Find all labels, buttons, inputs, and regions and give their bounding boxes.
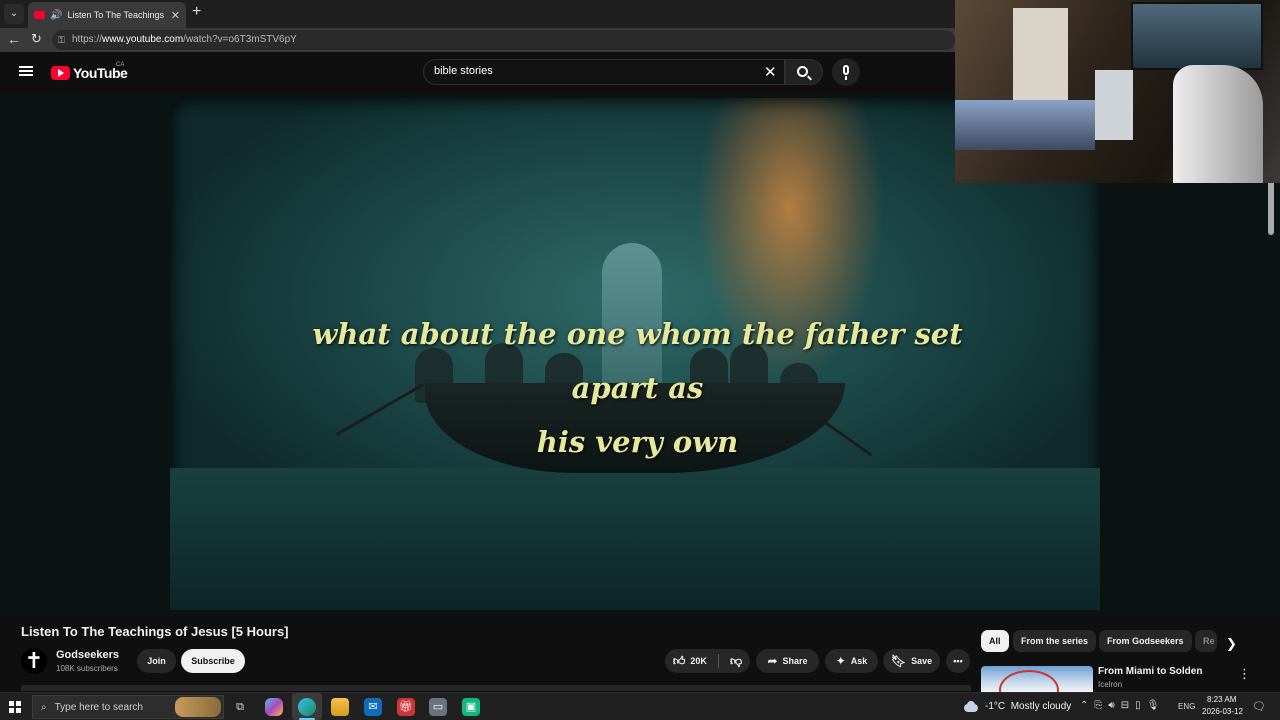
- url-prefix: https://: [72, 34, 103, 45]
- taskbar-search-box[interactable]: ⌕ Type here to search: [32, 695, 224, 719]
- webcam-overlay: [955, 0, 1280, 183]
- menu-icon[interactable]: [19, 66, 33, 76]
- back-arrow-icon[interactable]: ←: [7, 31, 21, 47]
- channel-avatar[interactable]: ✝: [21, 648, 47, 674]
- thumbnail-graphic: [999, 670, 1059, 692]
- dislike-button[interactable]: 👎︎: [730, 654, 742, 669]
- file-explorer-icon[interactable]: [331, 698, 349, 716]
- tab-title: Listen To The Teachings of Jesus [5 Hour…: [67, 10, 165, 20]
- search-input[interactable]: [434, 65, 734, 77]
- notification-icon[interactable]: 🗨︎: [1252, 700, 1266, 713]
- app-icon[interactable]: ▭: [429, 698, 447, 716]
- new-tab-button[interactable]: +: [192, 3, 201, 21]
- caption-line-2: his very own: [536, 425, 739, 459]
- sparkle-icon: ✦: [835, 654, 846, 668]
- webcam-chair: [1173, 65, 1263, 183]
- page-scrollbar[interactable]: [1268, 180, 1274, 235]
- ask-button[interactable]: ✦ Ask: [825, 649, 878, 673]
- search-icon: [797, 66, 808, 77]
- share-label: Share: [782, 656, 808, 666]
- clock-time[interactable]: 8:23 AM: [1207, 695, 1236, 704]
- url-path: /watch?v=o6T3mSTV6pY: [183, 34, 297, 45]
- gift-app-icon[interactable]: 🎁︎: [397, 698, 415, 716]
- address-bar[interactable]: ⚿ https://www.youtube.com/watch?v=o6T3mST…: [52, 30, 955, 50]
- share-button[interactable]: ➦ Share: [756, 649, 819, 673]
- bookmark-icon: 🔖︎: [890, 654, 907, 668]
- subscriber-count: 108K subscribers: [56, 664, 118, 673]
- video-title: Listen To The Teachings of Jesus [5 Hour…: [21, 624, 289, 639]
- chip-related[interactable]: Re: [1195, 630, 1217, 652]
- divider: [717, 654, 719, 668]
- close-tab-icon[interactable]: ✕: [171, 9, 180, 22]
- language-indicator[interactable]: ENG: [1178, 702, 1195, 711]
- save-button[interactable]: 🔖︎ Save: [883, 649, 940, 673]
- outlook-icon[interactable]: ✉: [364, 698, 382, 716]
- share-icon: ➦: [767, 654, 778, 668]
- chip-from-godseekers[interactable]: From Godseekers: [1099, 630, 1192, 652]
- phone-link-icon[interactable]: ▯: [1135, 700, 1141, 711]
- weather-cloud-icon[interactable]: [962, 699, 978, 713]
- clock-date[interactable]: 2026-03-12: [1202, 707, 1243, 716]
- weather-temp: -1°C: [985, 701, 1006, 712]
- subscribe-button[interactable]: Subscribe: [181, 649, 245, 673]
- url-domain: www.youtube.com: [102, 34, 184, 45]
- weather-widget[interactable]: -1°C Mostly cloudy: [985, 701, 1071, 712]
- country-code: CA: [116, 62, 125, 68]
- network-icon[interactable]: ⊟: [1121, 700, 1129, 711]
- chevron-right-icon[interactable]: ❯: [1226, 636, 1237, 652]
- chip-all[interactable]: All: [981, 630, 1009, 652]
- recommendation-channel: Icelron: [1098, 680, 1123, 689]
- voice-search-button[interactable]: [832, 58, 860, 86]
- chevron-up-icon[interactable]: ⌃: [1080, 700, 1088, 711]
- like-button[interactable]: 👍︎ 20K: [673, 654, 707, 669]
- description-box-edge[interactable]: [21, 685, 971, 691]
- webcam-bed: [955, 100, 1095, 150]
- youtube-play-icon: [51, 66, 70, 80]
- thumbs-down-icon: 👎︎: [729, 653, 743, 668]
- search-box: ✕: [423, 59, 785, 85]
- speaker-icon[interactable]: 🔊: [50, 10, 62, 21]
- device-icon[interactable]: ⎘: [1094, 700, 1102, 711]
- kebab-menu-icon[interactable]: ⋮: [1238, 666, 1251, 682]
- volume-icon[interactable]: 🔊︎: [1108, 700, 1114, 711]
- webcam-drawers: [1095, 70, 1133, 140]
- channel-name[interactable]: Godseekers: [56, 649, 119, 661]
- search-button[interactable]: [785, 59, 823, 85]
- reload-icon[interactable]: ↻: [31, 31, 42, 47]
- clear-search-icon[interactable]: ✕: [764, 63, 777, 81]
- microphone-icon[interactable]: 🎙︎: [1147, 700, 1160, 711]
- app-icon[interactable]: ▣: [462, 698, 480, 716]
- edge-browser-icon[interactable]: [298, 698, 316, 716]
- copilot-icon[interactable]: [265, 698, 283, 716]
- thumbs-up-icon: 👍︎: [672, 653, 686, 668]
- tab-search-menu-button[interactable]: ⌄: [4, 4, 24, 24]
- browser-tab-active[interactable]: 🔊 Listen To The Teachings of Jesus [5 Ho…: [28, 2, 186, 28]
- chip-from-the-series[interactable]: From the series: [1013, 630, 1097, 652]
- recommendation-title[interactable]: From Miami to Solden: [1098, 666, 1202, 677]
- join-button[interactable]: Join: [137, 649, 176, 673]
- webcam-monitor: [1131, 2, 1263, 70]
- task-view-icon[interactable]: ⧉: [231, 698, 249, 716]
- system-tray: ⌃ ⎘ 🔊︎ ⊟ ▯ 🎙︎: [1080, 700, 1159, 711]
- save-label: Save: [911, 656, 933, 666]
- search-icon: ⌕: [41, 701, 47, 713]
- like-count: 20K: [690, 656, 707, 666]
- search-highlight-image: [175, 697, 221, 717]
- caption-line-1: what about the one whom the father set a…: [312, 317, 963, 405]
- youtube-favicon-icon: [34, 11, 45, 19]
- recommendation-thumbnail[interactable]: [981, 666, 1093, 692]
- microphone-icon: [843, 65, 849, 75]
- windows-start-icon[interactable]: [9, 701, 21, 713]
- like-dislike-group: 👍︎ 20K 👎︎: [665, 649, 750, 673]
- ask-label: Ask: [850, 656, 868, 666]
- more-actions-button[interactable]: •••: [946, 649, 970, 673]
- video-caption: what about the one whom the father set a…: [280, 307, 995, 469]
- site-info-icon[interactable]: ⚿: [58, 30, 65, 50]
- taskbar-search-placeholder: Type here to search: [54, 701, 143, 713]
- weather-desc: Mostly cloudy: [1010, 701, 1072, 712]
- water-scene: [170, 468, 1100, 610]
- more-icon: •••: [953, 656, 963, 666]
